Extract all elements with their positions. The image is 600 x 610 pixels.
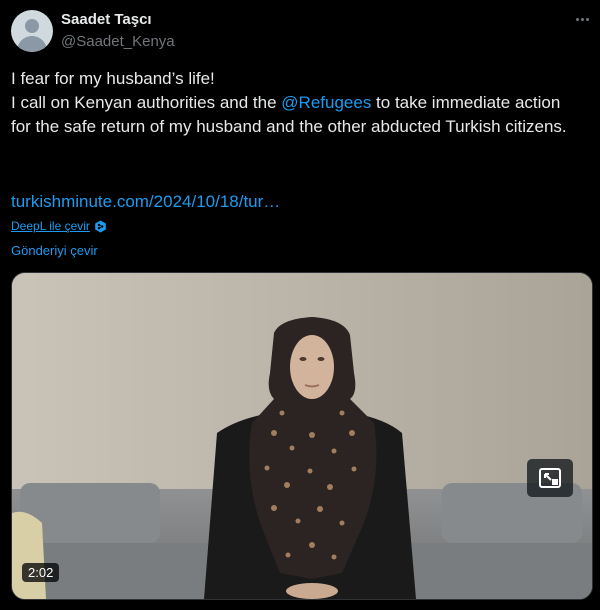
pip-glyph	[539, 468, 561, 488]
article-link[interactable]: turkishminute.com/2024/10/18/tur…	[11, 190, 280, 214]
avatar-shoulders-shape	[17, 36, 47, 52]
video-duration: 2:02	[22, 563, 60, 582]
avatar-head-shape	[25, 19, 39, 33]
deepl-translate-link[interactable]: DeepL ile çevir	[11, 219, 107, 233]
avatar[interactable]	[11, 10, 53, 52]
author-name[interactable]: Saadet Taşcı	[61, 11, 152, 28]
tweet-line-1: I fear for my husband’s life!	[11, 69, 215, 88]
video-frame	[12, 273, 592, 599]
tweet-line-2-start: I call on Kenyan authorities and the	[11, 93, 282, 112]
tweet-text: I fear for my husband’s life! I call on …	[11, 67, 581, 139]
more-options-icon[interactable]	[571, 8, 593, 30]
deepl-label: DeepL ile çevir	[11, 219, 90, 233]
author-handle[interactable]: @Saadet_Kenya	[61, 33, 175, 50]
translate-post-link[interactable]: Gönderiyi çevir	[11, 243, 98, 258]
tweet: Saadet Taşcı @Saadet_Kenya I fear for my…	[0, 0, 600, 610]
tweet-line-2: I call on Kenyan authorities and the @Re…	[11, 91, 581, 139]
deepl-icon	[95, 220, 106, 232]
video-player[interactable]	[11, 272, 593, 600]
picture-in-picture-icon[interactable]	[527, 459, 573, 497]
mention-link[interactable]: @Refugees	[281, 93, 371, 112]
